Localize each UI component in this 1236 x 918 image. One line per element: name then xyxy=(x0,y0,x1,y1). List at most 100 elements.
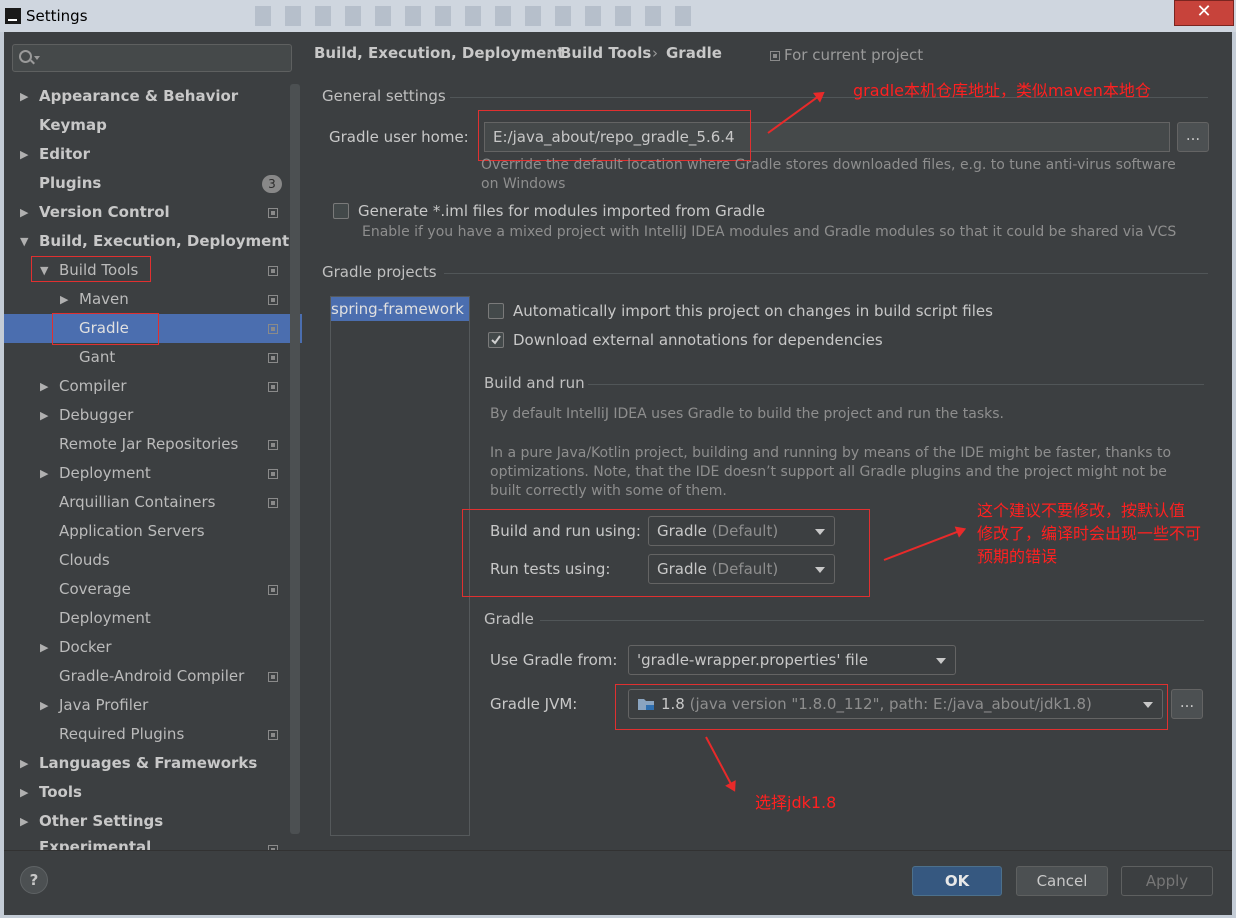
sidebar-item-other-settings[interactable]: Other Settings xyxy=(39,807,163,836)
project-scope-icon xyxy=(268,208,278,218)
project-scope-icon xyxy=(268,324,278,334)
sidebar-item-application-servers[interactable]: Application Servers xyxy=(59,517,205,546)
project-scope-icon xyxy=(268,440,278,450)
project-scope-icon xyxy=(268,353,278,363)
expand-arrow-icon[interactable]: ▶ xyxy=(20,757,28,770)
section-divider xyxy=(540,620,1204,621)
expand-arrow-icon[interactable]: ▶ xyxy=(40,641,48,654)
sidebar-item-gant[interactable]: Gant xyxy=(79,343,115,372)
expand-arrow-icon[interactable]: ▶ xyxy=(60,293,68,306)
breadcrumb-gradle: Gradle xyxy=(666,44,722,62)
gradle-user-home-label: Gradle user home: xyxy=(329,128,469,146)
plugins-update-badge: 3 xyxy=(262,175,282,193)
gradle-section-title: Gradle xyxy=(484,610,534,628)
gradle-user-home-hint: Override the default location where Grad… xyxy=(481,157,1176,192)
annotation-box-user-home xyxy=(478,110,751,161)
jdk-folder-icon xyxy=(638,699,654,710)
sidebar-item-remote-jar-repositories[interactable]: Remote Jar Repositories xyxy=(59,430,238,459)
run-tests-using-select[interactable]: Gradle (Default) xyxy=(648,554,835,584)
build-and-run-using-select[interactable]: Gradle (Default) xyxy=(648,516,835,546)
sidebar-item-arquillian-containers[interactable]: Arquillian Containers xyxy=(59,488,215,517)
project-scope-icon xyxy=(268,585,278,595)
expand-arrow-icon[interactable]: ▶ xyxy=(20,148,28,161)
section-divider xyxy=(444,273,1208,274)
project-scope-icon xyxy=(268,469,278,479)
sidebar-item-tools[interactable]: Tools xyxy=(39,778,82,807)
project-scope-icon xyxy=(770,51,780,61)
run-tests-using-label: Run tests using: xyxy=(490,560,611,578)
gradle-projects-title: Gradle projects xyxy=(322,263,437,281)
project-scope-icon xyxy=(268,730,278,740)
checkmark-icon xyxy=(491,335,501,345)
window-frame-right xyxy=(1232,32,1236,918)
sidebar-item-version-control[interactable]: Version Control xyxy=(39,198,170,227)
sidebar-item-compiler[interactable]: Compiler xyxy=(59,372,127,401)
ok-button[interactable]: OK xyxy=(912,866,1002,896)
expand-arrow-icon[interactable]: ▶ xyxy=(20,815,28,828)
sidebar-item-coverage[interactable]: Coverage xyxy=(59,575,131,604)
expand-arrow-icon[interactable]: ▶ xyxy=(40,380,48,393)
sidebar-item-gradle-android-compiler[interactable]: Gradle-Android Compiler xyxy=(59,662,244,691)
sidebar-item-deployment[interactable]: Deployment xyxy=(59,459,151,488)
annotation-box-build-tools xyxy=(31,256,151,282)
sidebar-item-languages-frameworks[interactable]: Languages & Frameworks xyxy=(39,749,257,778)
sidebar-item-plugins[interactable]: Plugins xyxy=(39,169,101,198)
breadcrumb-build-tools[interactable]: Build Tools xyxy=(560,44,651,62)
breadcrumb-separator: › xyxy=(546,44,552,62)
collapse-arrow-icon[interactable]: ▼ xyxy=(20,235,28,248)
sidebar-item-deployment-2[interactable]: Deployment xyxy=(59,604,151,633)
generate-iml-checkbox[interactable] xyxy=(333,203,349,219)
generate-iml-label[interactable]: Generate *.iml files for modules importe… xyxy=(358,202,765,220)
annotation-jvm-note: 选择jdk1.8 xyxy=(755,793,837,812)
gradle-projects-list[interactable] xyxy=(330,296,470,836)
chevron-down-icon xyxy=(936,658,946,664)
project-scope-icon xyxy=(268,672,278,682)
gradle-user-home-browse-button[interactable]: ... xyxy=(1177,122,1209,152)
annotation-build-run-note-1: 这个建议不要修改，按默认值 xyxy=(977,501,1186,520)
general-settings-title: General settings xyxy=(322,87,446,105)
sidebar-item-build-execution-deployment[interactable]: Build, Execution, Deployment xyxy=(39,227,289,256)
sidebar-item-docker[interactable]: Docker xyxy=(59,633,112,662)
section-divider xyxy=(588,384,1204,385)
sidebar-item-clouds[interactable]: Clouds xyxy=(59,546,110,575)
expand-arrow-icon[interactable]: ▶ xyxy=(20,786,28,799)
sidebar-item-appearance[interactable]: Appearance & Behavior xyxy=(39,82,238,111)
sidebar-item-experimental[interactable]: Experimental xyxy=(39,836,151,850)
download-annotations-label[interactable]: Download external annotations for depend… xyxy=(513,331,883,349)
cancel-button[interactable]: Cancel xyxy=(1016,866,1108,896)
gradle-jvm-browse-button[interactable]: ... xyxy=(1171,689,1203,719)
build-run-description-2: In a pure Java/Kotlin project, building … xyxy=(490,445,1172,499)
project-scope-icon xyxy=(268,382,278,392)
close-window-button[interactable]: ✕ xyxy=(1174,0,1234,26)
sidebar-scrollbar[interactable] xyxy=(290,84,300,834)
sidebar-item-keymap[interactable]: Keymap xyxy=(39,111,107,140)
chevron-down-icon xyxy=(815,567,825,573)
background-toolbar-ghost xyxy=(255,6,695,26)
apply-button[interactable]: Apply xyxy=(1121,866,1213,896)
gradle-jvm-label: Gradle JVM: xyxy=(490,695,578,713)
sidebar-item-java-profiler[interactable]: Java Profiler xyxy=(59,691,148,720)
breadcrumb-build-execution-deployment[interactable]: Build, Execution, Deployment xyxy=(314,44,564,62)
sidebar-clip: Experimental xyxy=(4,836,288,850)
auto-import-checkbox[interactable] xyxy=(488,303,504,319)
auto-import-label[interactable]: Automatically import this project on cha… xyxy=(513,302,993,320)
expand-arrow-icon[interactable]: ▶ xyxy=(40,699,48,712)
gradle-jvm-select[interactable]: 1.8 (java version "1.8.0_112", path: E:/… xyxy=(628,689,1163,719)
settings-search-input[interactable] xyxy=(12,44,292,72)
sidebar-item-maven[interactable]: Maven xyxy=(79,285,129,314)
use-gradle-from-select[interactable]: 'gradle-wrapper.properties' file xyxy=(628,645,956,675)
help-button[interactable]: ? xyxy=(20,866,48,894)
annotation-user-home-note: gradle本机仓库地址，类似maven本地仓 xyxy=(853,81,1151,100)
sidebar-item-debugger[interactable]: Debugger xyxy=(59,401,133,430)
search-options-caret-icon[interactable] xyxy=(34,56,40,60)
sidebar-item-editor[interactable]: Editor xyxy=(39,140,90,169)
expand-arrow-icon[interactable]: ▶ xyxy=(40,467,48,480)
expand-arrow-icon[interactable]: ▶ xyxy=(40,409,48,422)
project-list-item-spring-framework[interactable]: spring-framework xyxy=(331,297,469,321)
expand-arrow-icon[interactable]: ▶ xyxy=(20,206,28,219)
chevron-down-icon xyxy=(1143,702,1153,708)
sidebar-item-required-plugins[interactable]: Required Plugins xyxy=(59,720,184,749)
chevron-down-icon xyxy=(815,529,825,535)
download-annotations-checkbox[interactable] xyxy=(488,332,504,348)
expand-arrow-icon[interactable]: ▶ xyxy=(20,90,28,103)
